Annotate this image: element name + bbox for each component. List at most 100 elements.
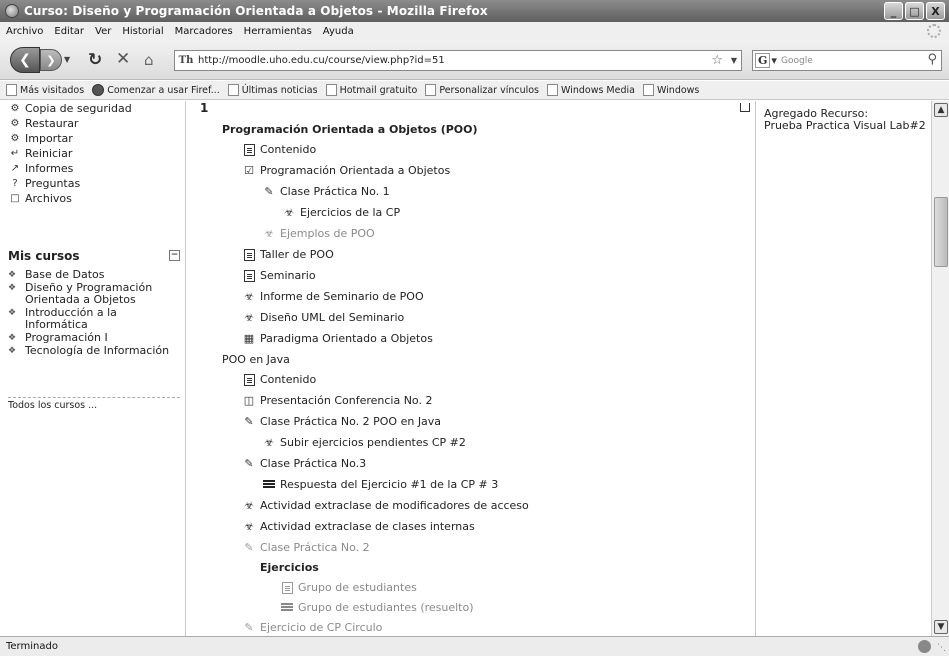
activity-link[interactable]: Seminario [242,269,316,282]
activity-link[interactable]: Respuesta del Ejercicio #1 de la CP # 3 [262,478,498,491]
forum-icon: ☣ [264,436,274,449]
section-highlight-icon[interactable] [740,103,750,112]
maximize-button[interactable]: □ [905,2,924,20]
search-input[interactable]: Google [781,56,813,66]
vertical-scrollbar[interactable]: ▲ ▼ [931,101,949,636]
course-icon: ❖ [8,270,17,280]
menu-marcadores[interactable]: Marcadores [175,26,233,37]
scrollbar-thumb[interactable] [934,197,948,267]
admin-item-questions[interactable]: ? Preguntas [8,176,132,191]
page-icon [325,84,337,96]
course-item[interactable]: ❖ Tecnología de Información [8,345,180,357]
activity-link[interactable]: ✎ Clase Práctica No. 2 [242,541,369,554]
back-button[interactable]: ❮ [10,47,40,73]
menu-ayuda[interactable]: Ayuda [323,26,354,37]
window-title-bar: Curso: Diseño y Programación Orientada a… [0,0,949,22]
minimize-button[interactable]: _ [884,2,903,20]
forward-button[interactable]: ❯ [40,49,62,71]
window-title: Curso: Diseño y Programación Orientada a… [24,4,488,18]
forum-icon: ☣ [244,290,254,303]
questions-icon: ? [12,178,18,189]
assignment-icon: ✎ [244,621,254,634]
admin-item-reports[interactable]: ↗ Informes [8,161,132,176]
forum-icon: ☣ [244,520,254,533]
bookmark-hotmail[interactable]: Hotmail gratuito [325,84,417,96]
admin-item-reset[interactable]: ↵ Reiniciar [8,146,132,161]
resource-icon [262,478,276,491]
left-sidebar: ⚙ Copia de seguridad ⚙ Restaurar ⚙ Importar… [0,101,186,636]
resize-grip-icon[interactable]: ⋱ [937,643,946,653]
forum-icon: ☣ [244,499,254,512]
search-icon[interactable]: ⚲ [927,52,937,67]
activity-link[interactable]: ☣ Subir ejercicios pendientes CP #2 [262,436,466,449]
search-engine-selector[interactable]: G ▾ [755,52,781,69]
menu-historial[interactable]: Historial [122,26,163,37]
recent-activity-link[interactable]: Prueba Practica Visual Lab#2 [764,120,926,132]
activity-link[interactable]: ☣ Diseño UML del Seminario [242,311,404,324]
bookmark-windows[interactable]: Windows [642,84,699,96]
admin-item-backup[interactable]: ⚙ Copia de seguridad [8,101,132,116]
bookmark-star-icon[interactable]: ☆ [711,53,723,68]
activity-link[interactable]: ✎ Ejercicio de CP Circulo [242,621,382,634]
bookmark-ultimas-noticias[interactable]: Últimas noticias [227,84,318,96]
activity-link[interactable]: Contenido [242,143,316,156]
scroll-down-icon[interactable]: ▼ [934,620,948,634]
activity-link[interactable]: ◫ Presentación Conferencia No. 2 [242,394,433,407]
url-dropdown-icon[interactable]: ▼ [731,56,737,65]
bookmark-windows-media[interactable]: Windows Media [547,84,635,96]
admin-item-restore[interactable]: ⚙ Restaurar [8,116,132,131]
activity-link[interactable]: ☣ Actividad extraclase de clases internas [242,520,475,533]
menu-archivo[interactable]: Archivo [6,26,43,37]
page-icon [547,84,558,96]
activity-link[interactable]: ✎ Clase Práctica No. 1 [262,185,389,198]
activity-link[interactable]: Grupo de estudiantes [280,581,417,594]
assignment-icon: ✎ [244,541,254,554]
section-title: POO en Java [222,353,290,366]
my-courses-title: Mis cursos − [8,249,180,263]
course-item[interactable]: ❖ Diseño y Programación Orientada a Objet… [8,282,180,306]
bookmark-comenzar[interactable]: Comenzar a usar Firef... [92,84,220,96]
scroll-up-icon[interactable]: ▲ [934,103,948,117]
activity-link[interactable]: ☣ Actividad extraclase de modificadores d… [242,499,529,512]
history-dropdown-icon[interactable]: ▼ [64,55,70,64]
page-icon [642,84,654,96]
url-bar[interactable]: Th http://moodle.uho.edu.cu/course/view.… [174,50,742,71]
recent-activity: Agregado Recurso: Prueba Practica Visual… [764,108,926,132]
url-text[interactable]: http://moodle.uho.edu.cu/course/view.php… [198,55,445,66]
activity-link[interactable]: ☣ Ejemplos de POO [262,227,375,240]
course-item[interactable]: ❖ Base de Datos [8,269,180,281]
course-item[interactable]: ❖ Programación I [8,332,180,344]
close-button[interactable]: X [926,2,945,20]
reload-button[interactable]: ↻ [88,50,102,70]
activity-link[interactable]: ✎ Clase Práctica No.3 [242,457,366,470]
course-item[interactable]: ❖ Introducción a la Informática [8,307,180,331]
bookmark-mas-visitados[interactable]: Más visitados [6,84,84,96]
activity-link[interactable]: ☣ Ejercicios de la CP [282,206,400,219]
search-bar[interactable]: G ▾ Google ⚲ [752,50,942,71]
collapse-icon[interactable]: − [169,250,180,261]
bookmark-personalizar[interactable]: Personalizar vínculos [425,84,539,96]
import-icon: ⚙ [10,133,20,144]
admin-item-import[interactable]: ⚙ Importar [8,131,132,146]
forum-icon: ☣ [244,311,254,324]
activity-link[interactable]: Taller de POO [242,248,334,261]
activity-link[interactable]: Grupo de estudiantes (resuelto) [280,601,474,614]
menu-editar[interactable]: Editar [54,26,84,37]
all-courses-link[interactable]: Todos los cursos ... [8,397,180,411]
menu-herramientas[interactable]: Herramientas [244,26,312,37]
stop-button[interactable]: ✕ [116,49,130,69]
folder-icon: □ [10,193,20,204]
activity-link[interactable]: ☑ Programación Orientada a Objetos [242,164,450,177]
menu-ver[interactable]: Ver [95,26,111,37]
security-status-icon[interactable] [918,640,931,653]
backup-icon: ⚙ [10,103,20,114]
admin-item-files[interactable]: □ Archivos [8,191,132,206]
home-button[interactable]: ⌂ [144,51,154,69]
course-main-column: 1 Programación Orientada a Objetos (POO)… [188,101,754,636]
assignment-icon: ✎ [244,457,254,470]
activity-link[interactable]: ▦ Paradigma Orientado a Objetos [242,332,433,345]
status-bar: Terminado ⋱ [0,636,949,656]
activity-link[interactable]: ☣ Informe de Seminario de POO [242,290,424,303]
activity-link[interactable]: ✎ Clase Práctica No. 2 POO en Java [242,415,441,428]
activity-link[interactable]: Contenido [242,373,316,386]
